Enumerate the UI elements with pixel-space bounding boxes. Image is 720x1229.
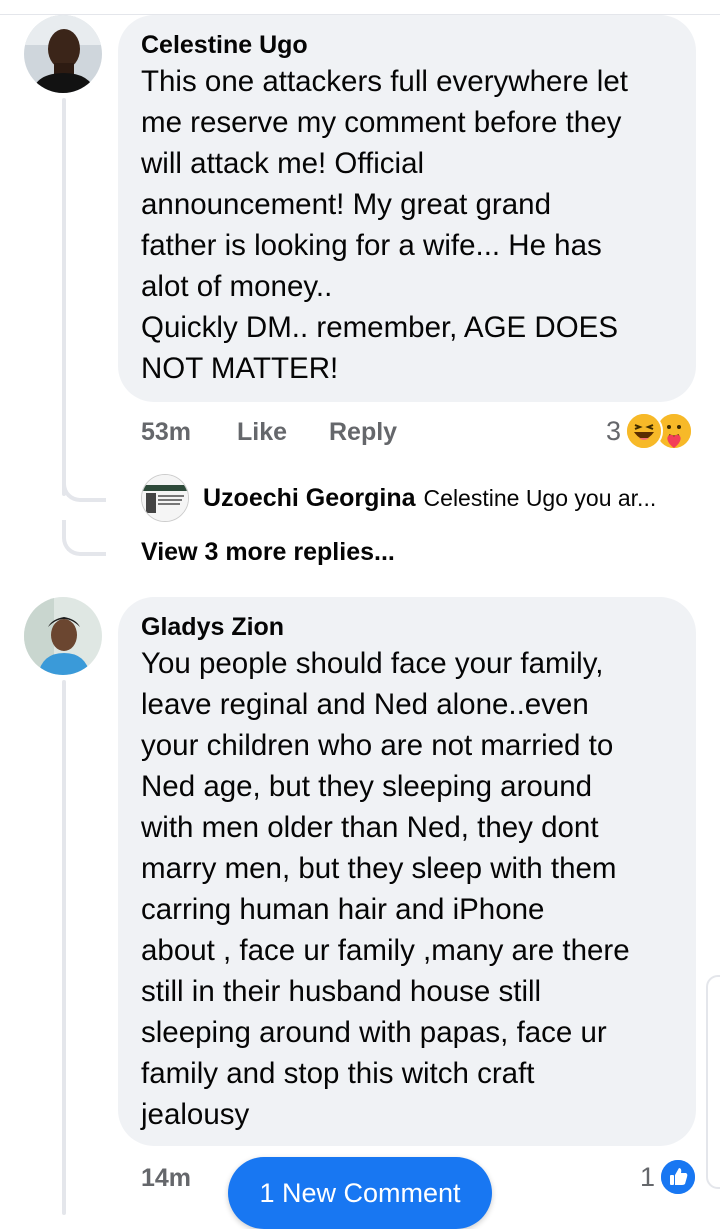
view-more-replies[interactable]: View 3 more replies...: [141, 538, 395, 567]
reply-button[interactable]: Reply: [329, 418, 397, 447]
reaction-summary[interactable]: 3: [606, 412, 694, 450]
reaction-summary[interactable]: 1: [640, 1158, 698, 1196]
reply-snippet: Celestine Ugo you ar...: [423, 484, 657, 511]
like-emoji-icon: [659, 1158, 698, 1196]
thread-branch: [62, 470, 106, 502]
comment-author[interactable]: Celestine Ugo: [141, 29, 672, 61]
comment-text: You people should face your family, leav…: [141, 647, 630, 1131]
like-button[interactable]: Like: [237, 418, 287, 447]
comment-time[interactable]: 53m: [141, 418, 191, 447]
edge-card: [706, 975, 720, 1189]
avatar-uzoechi[interactable]: [141, 474, 189, 522]
reaction-count: 1: [640, 1161, 656, 1192]
reply-author[interactable]: Uzoechi Georgina: [203, 484, 416, 513]
thread-branch: [62, 520, 106, 556]
comment-time[interactable]: 14m: [141, 1164, 191, 1193]
thread-line: [62, 98, 66, 496]
comment-text: This one attackers full everywhere let m…: [141, 65, 628, 385]
new-comment-button[interactable]: 1 New Comment: [228, 1157, 492, 1229]
avatar-celestine[interactable]: [24, 15, 102, 93]
thread-line: [62, 680, 66, 1215]
comment-bubble[interactable]: Celestine Ugo This one attackers full ev…: [118, 15, 696, 402]
haha-emoji-icon: [625, 412, 664, 450]
reply-preview[interactable]: Uzoechi Georgina Celestine Ugo you ar...: [141, 474, 656, 522]
reaction-count: 3: [606, 415, 622, 446]
comment-bubble[interactable]: Gladys Zion You people should face your …: [118, 597, 696, 1146]
avatar-gladys[interactable]: [24, 597, 102, 675]
comment-author[interactable]: Gladys Zion: [141, 611, 672, 643]
